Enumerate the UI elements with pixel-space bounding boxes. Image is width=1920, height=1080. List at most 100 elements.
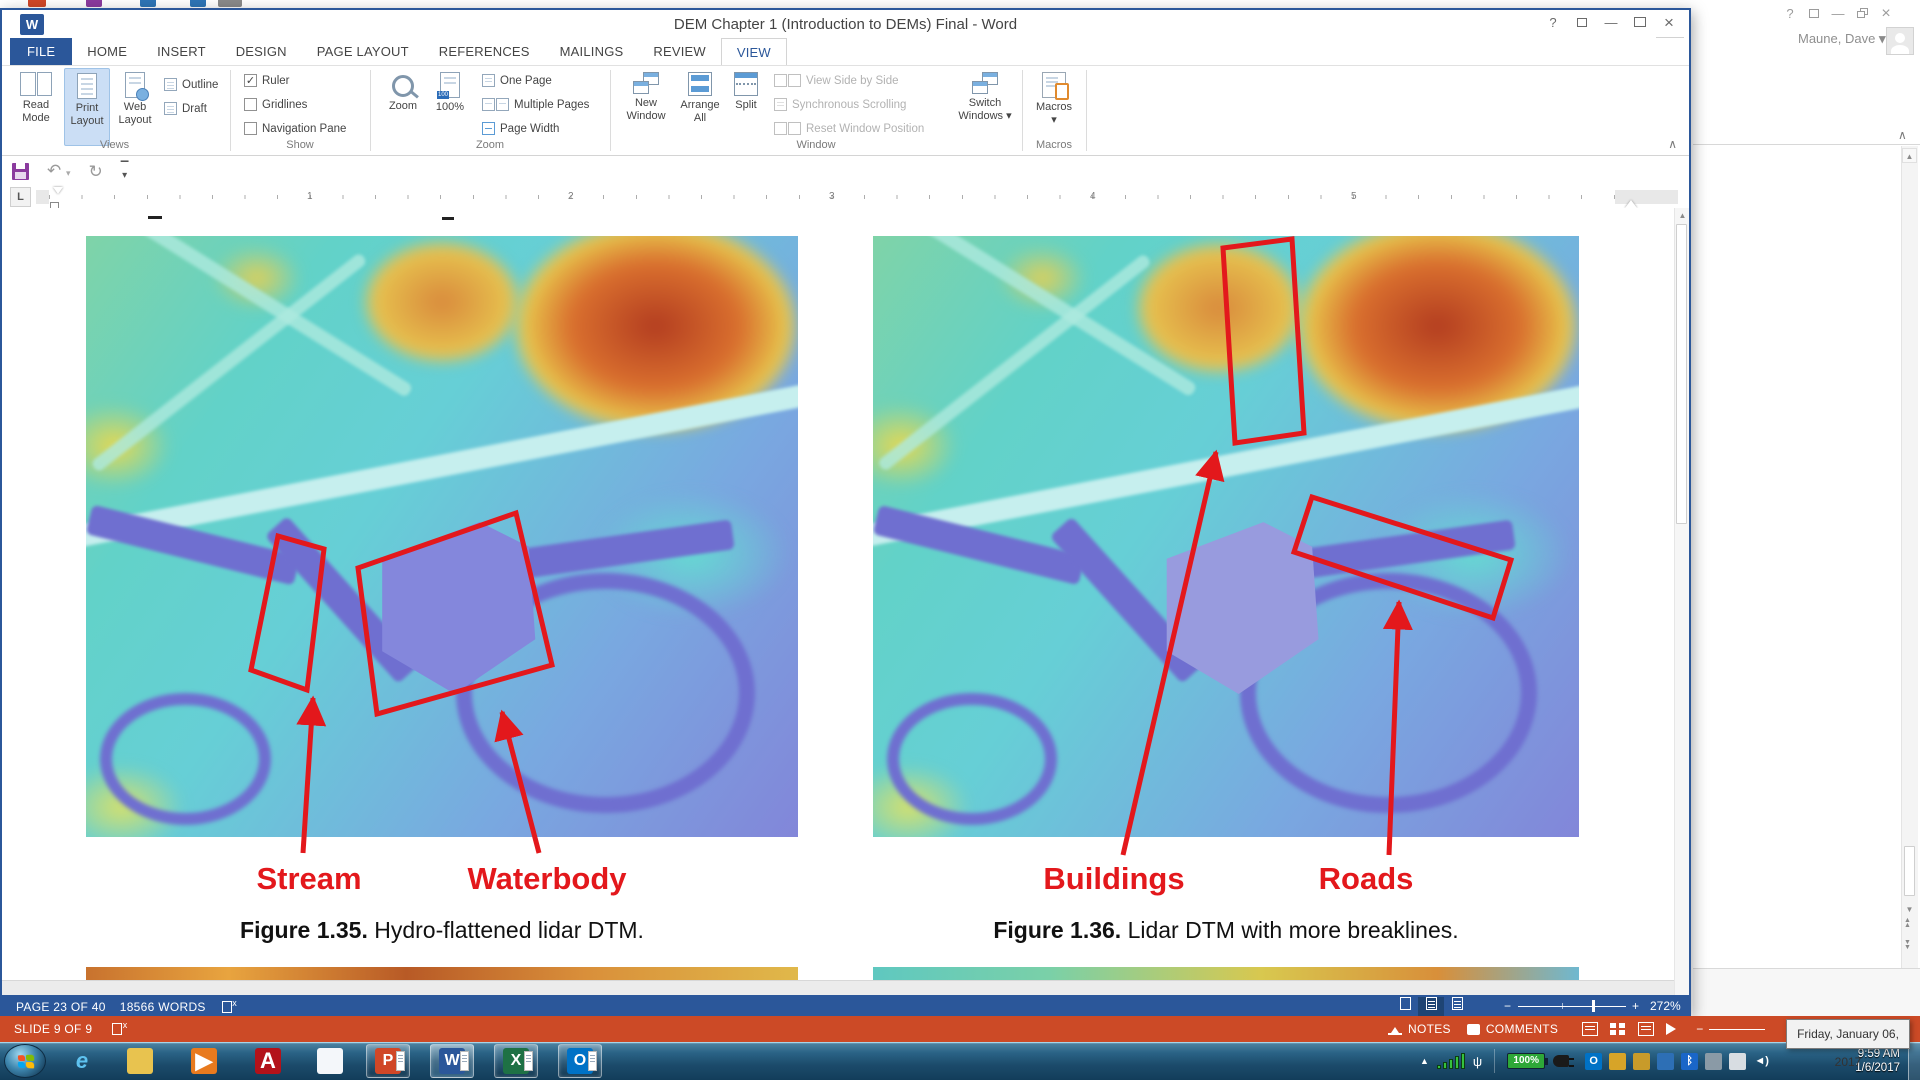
view-side-by-side-button[interactable]: View Side by Side: [774, 74, 898, 87]
redo-button[interactable]: ↻: [89, 163, 103, 180]
excel-icon[interactable]: X: [494, 1044, 538, 1078]
word-scrollbar[interactable]: ▲: [1674, 208, 1689, 995]
zoom-slider[interactable]: [1518, 1006, 1626, 1007]
ppt-zoom-slider[interactable]: [1709, 1029, 1765, 1030]
ppt-undo-icon[interactable]: [140, 0, 156, 7]
powerpoint-app-icon[interactable]: [28, 0, 46, 7]
ppt-proofing-icon[interactable]: x: [112, 1022, 127, 1036]
first-line-indent-marker[interactable]: [53, 187, 63, 199]
word-scroll-up-icon[interactable]: ▲: [1675, 208, 1690, 223]
read-mode-view-icon[interactable]: [1392, 997, 1418, 1016]
print-layout-button[interactable]: Print Layout: [64, 68, 110, 146]
power-plug-icon[interactable]: [1553, 1055, 1569, 1067]
ppt-account-name[interactable]: Maune, Dave ▾: [1798, 31, 1885, 47]
save-button[interactable]: [12, 163, 29, 180]
start-button[interactable]: [4, 1044, 46, 1078]
tab-review[interactable]: REVIEW: [638, 38, 720, 65]
ppt-close-icon[interactable]: ×: [1876, 5, 1896, 23]
ppt-help-icon[interactable]: ?: [1780, 5, 1800, 23]
ppt-scroll-down-icon[interactable]: ▼: [1902, 902, 1917, 917]
web-layout-button[interactable]: Web Layout: [112, 68, 158, 146]
ppt-scroll-up-icon[interactable]: ▲: [1902, 148, 1917, 163]
comments-toggle[interactable]: COMMENTS: [1486, 1022, 1558, 1036]
macros-button[interactable]: Macros▾: [1030, 68, 1078, 146]
usb-device-icon[interactable]: [1705, 1053, 1722, 1070]
one-page-button[interactable]: One Page: [482, 74, 552, 87]
print-layout-view-icon[interactable]: [1418, 997, 1444, 1016]
ppt-scroll-thumb[interactable]: [1904, 846, 1915, 896]
notes-toggle[interactable]: NOTES: [1408, 1022, 1451, 1036]
navigation-pane-checkbox[interactable]: Navigation Pane: [244, 122, 346, 135]
ppt-scrollbar[interactable]: ▲ ▼ ▲▲ ▼▼: [1901, 146, 1918, 968]
ppt-previous-slide-icon[interactable]: ▲▲: [1904, 918, 1911, 928]
ppt-save-icon[interactable]: [86, 0, 102, 7]
ppt-slideshow-icon[interactable]: [218, 0, 242, 7]
zoom-button[interactable]: Zoom: [380, 68, 426, 146]
document-page[interactable]: Stream Waterbody Buildings Roads Figure …: [2, 208, 1689, 995]
word-count[interactable]: 18566 WORDS: [120, 1000, 206, 1014]
word-titlebar[interactable]: W DEM Chapter 1 (Introduction to DEMs) F…: [2, 10, 1689, 38]
synchronous-scrolling-button[interactable]: Synchronous Scrolling: [774, 98, 906, 111]
media-player-icon[interactable]: ▶: [182, 1044, 226, 1078]
slide-indicator[interactable]: SLIDE 9 OF 9: [14, 1022, 92, 1036]
ppt-next-slide-icon[interactable]: ▼▼: [1904, 940, 1911, 950]
zoom-percentage[interactable]: 272%: [1650, 999, 1681, 1013]
ppt-restore-icon[interactable]: [1852, 5, 1872, 23]
new-window-button[interactable]: New Window: [620, 68, 672, 146]
word-maximize-icon[interactable]: [1630, 14, 1650, 32]
page-width-button[interactable]: Page Width: [482, 122, 559, 135]
battery-icon[interactable]: 100%: [1507, 1053, 1545, 1069]
speaker-icon[interactable]: ◄): [1753, 1053, 1770, 1070]
antenna-icon[interactable]: ψ: [1473, 1054, 1482, 1069]
ppt-ribbon-collapse-icon[interactable]: ∧: [1898, 128, 1907, 142]
ppt-redo-icon[interactable]: [190, 0, 206, 7]
generic-window-icon[interactable]: [308, 1044, 352, 1078]
normal-view-icon[interactable]: [1582, 1022, 1598, 1036]
network-signal-icon[interactable]: [1437, 1053, 1465, 1069]
outlook-icon[interactable]: O: [558, 1044, 602, 1078]
gridlines-checkbox[interactable]: Gridlines: [244, 98, 307, 111]
tab-stop-selector[interactable]: L: [10, 187, 31, 207]
word-scroll-thumb[interactable]: [1676, 224, 1687, 524]
powerpoint-icon[interactable]: P: [366, 1044, 410, 1078]
file-explorer-icon[interactable]: [118, 1044, 162, 1078]
bluetooth-icon[interactable]: ᛒ: [1681, 1053, 1698, 1070]
web-layout-view-icon[interactable]: [1444, 997, 1470, 1016]
customize-qat-button[interactable]: ▔▾: [121, 164, 129, 180]
proofing-status-icon[interactable]: x: [222, 1000, 237, 1014]
ribbon-collapse-icon[interactable]: ∧: [1668, 137, 1677, 151]
ppt-minimize-icon[interactable]: —: [1828, 5, 1848, 23]
word-close-icon[interactable]: ×: [1659, 14, 1679, 32]
zoom-out-button[interactable]: −: [1504, 999, 1511, 1013]
tab-design[interactable]: DESIGN: [221, 38, 302, 65]
word-ribbon-options-icon[interactable]: [1572, 14, 1592, 32]
read-mode-button[interactable]: Read Mode: [10, 68, 62, 146]
tab-home[interactable]: HOME: [72, 38, 142, 65]
internet-explorer-icon[interactable]: e: [60, 1044, 104, 1078]
word-help-icon[interactable]: ?: [1543, 14, 1563, 32]
ppt-account-avatar[interactable]: [1886, 27, 1914, 55]
outlook-tray-icon[interactable]: O: [1585, 1053, 1602, 1070]
split-button[interactable]: Split: [728, 68, 764, 146]
tab-file[interactable]: FILE: [10, 38, 72, 65]
page-indicator[interactable]: PAGE 23 OF 40: [16, 1000, 106, 1014]
ruler-checkbox[interactable]: ✓ Ruler: [244, 74, 289, 87]
tab-insert[interactable]: INSERT: [142, 38, 221, 65]
reading-view-icon[interactable]: [1638, 1022, 1654, 1036]
undo-button[interactable]: ↶ ▾: [47, 162, 71, 182]
slide-sorter-icon[interactable]: [1610, 1022, 1626, 1036]
zoom-slider-thumb[interactable]: [1592, 1000, 1595, 1012]
network-globe-icon[interactable]: [1657, 1053, 1674, 1070]
tab-mailings[interactable]: MAILINGS: [545, 38, 639, 65]
clipboard-icon[interactable]: [1729, 1053, 1746, 1070]
draft-button[interactable]: Draft: [164, 102, 207, 115]
adobe-acrobat-icon[interactable]: A: [246, 1044, 290, 1078]
slideshow-view-icon[interactable]: [1666, 1023, 1682, 1035]
zoom-100-button[interactable]: 100 100%: [428, 68, 472, 146]
word-minimize-icon[interactable]: —: [1601, 14, 1621, 32]
horizontal-ruler[interactable]: 12345: [36, 190, 1678, 204]
ppt-zoom-out[interactable]: −: [1696, 1022, 1703, 1036]
tab-references[interactable]: REFERENCES: [424, 38, 545, 65]
ppt-ribbon-options-icon[interactable]: [1804, 5, 1824, 23]
tab-page-layout[interactable]: PAGE LAYOUT: [302, 38, 424, 65]
